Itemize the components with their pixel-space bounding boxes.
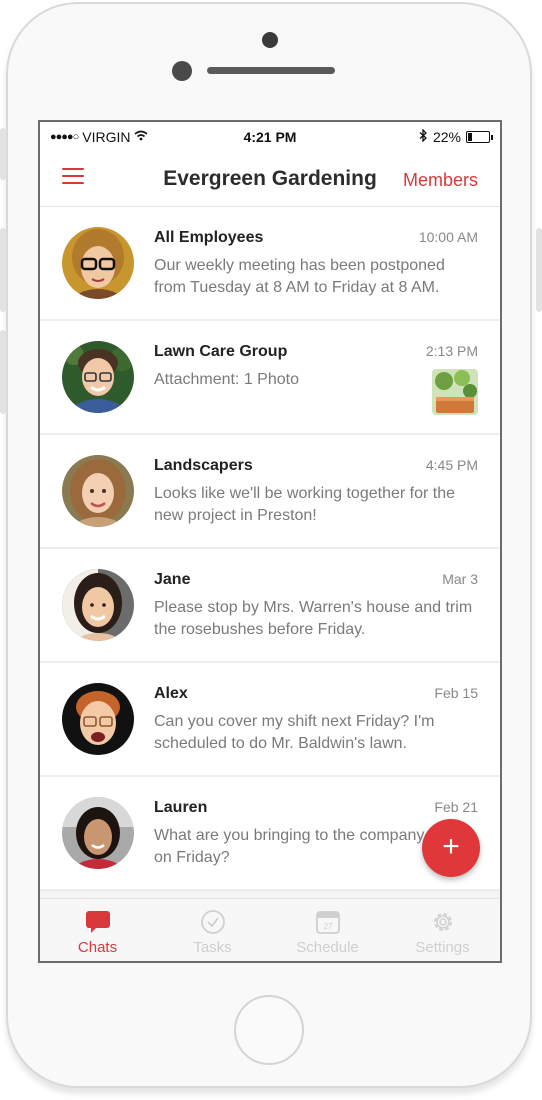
photo-attachment-thumbnail[interactable] (432, 369, 478, 415)
app-screen: ●●●●○ VIRGIN 4:21 PM 22% Evergreen Garde… (38, 120, 502, 963)
chat-timestamp: 2:13 PM (425, 343, 478, 359)
nav-bar: Evergreen Gardening Members (40, 152, 500, 207)
chat-name: Lauren (154, 799, 208, 816)
phone-volume-up-button (0, 228, 6, 312)
chat-name: All Employees (154, 229, 264, 246)
chat-bubble-icon (85, 909, 111, 935)
tab-bar: Chats Tasks 27 Schedule Settings (40, 898, 500, 961)
hamburger-menu-icon[interactable] (62, 168, 84, 186)
phone-front-sensor (172, 61, 192, 81)
tab-settings[interactable]: Settings (385, 899, 500, 961)
chat-name: Landscapers (154, 457, 253, 474)
chat-name: Lawn Care Group (154, 343, 288, 360)
members-button[interactable]: Members (403, 170, 478, 191)
chat-row-alex[interactable]: Alex Feb 15 Can you cover my shift next … (40, 663, 500, 777)
chat-preview: Attachment: 1 Photo (154, 371, 299, 388)
chat-row-landscapers[interactable]: Landscapers 4:45 PM Looks like we'll be … (40, 435, 500, 549)
avatar (62, 569, 134, 641)
phone-side-button (0, 128, 6, 180)
tab-schedule[interactable]: 27 Schedule (270, 899, 385, 961)
tab-chats[interactable]: Chats (40, 899, 155, 961)
calendar-icon: 27 (315, 909, 341, 935)
chat-preview: Can you cover my shift next Friday? I'm … (154, 713, 435, 752)
chat-timestamp: 10:00 AM (418, 229, 478, 245)
chat-timestamp: Mar 3 (442, 571, 478, 587)
chat-preview: Please stop by Mrs. Warren's house and t… (154, 599, 473, 638)
chat-timestamp: 4:45 PM (425, 457, 478, 473)
avatar (62, 455, 134, 527)
tab-tasks[interactable]: Tasks (155, 899, 270, 961)
battery-tip (491, 135, 493, 140)
avatar (62, 797, 134, 869)
chat-name: Alex (154, 685, 188, 702)
avatar (62, 227, 134, 299)
check-circle-icon (200, 909, 226, 935)
home-button[interactable] (234, 995, 304, 1065)
chat-row-lawn-care-group[interactable]: Lawn Care Group 2:13 PM Attachment: 1 Ph… (40, 321, 500, 435)
gear-icon (430, 909, 456, 935)
status-right: 22% (419, 128, 493, 145)
chat-preview: Our weekly meeting has been postponed fr… (154, 257, 445, 296)
phone-camera (262, 32, 278, 48)
tab-label: Chats (77, 939, 118, 956)
tab-label: Schedule (296, 939, 359, 956)
avatar (62, 341, 134, 413)
battery-percent: 22% (432, 129, 461, 145)
chat-timestamp: Feb 21 (434, 799, 478, 815)
chat-row-jane[interactable]: Jane Mar 3 Please stop by Mrs. Warren's … (40, 549, 500, 663)
tab-label: Tasks (193, 939, 232, 956)
bluetooth-icon (419, 128, 428, 145)
phone-power-button (536, 228, 542, 312)
tab-label: Settings (415, 939, 470, 956)
phone-speaker (207, 67, 335, 74)
battery-icon (466, 131, 493, 143)
calendar-day: 27 (323, 922, 332, 931)
chat-row-all-employees[interactable]: All Employees 10:00 AM Our weekly meetin… (40, 207, 500, 321)
battery-fill (468, 133, 472, 141)
chat-preview: Looks like we'll be working together for… (154, 485, 455, 524)
status-bar: ●●●●○ VIRGIN 4:21 PM 22% (40, 122, 500, 152)
avatar (62, 683, 134, 755)
new-chat-button[interactable]: + (422, 819, 480, 877)
chat-list: All Employees 10:00 AM Our weekly meetin… (40, 207, 500, 891)
chat-name: Jane (154, 571, 191, 588)
chat-timestamp: Feb 15 (434, 685, 478, 701)
phone-volume-down-button (0, 330, 6, 414)
